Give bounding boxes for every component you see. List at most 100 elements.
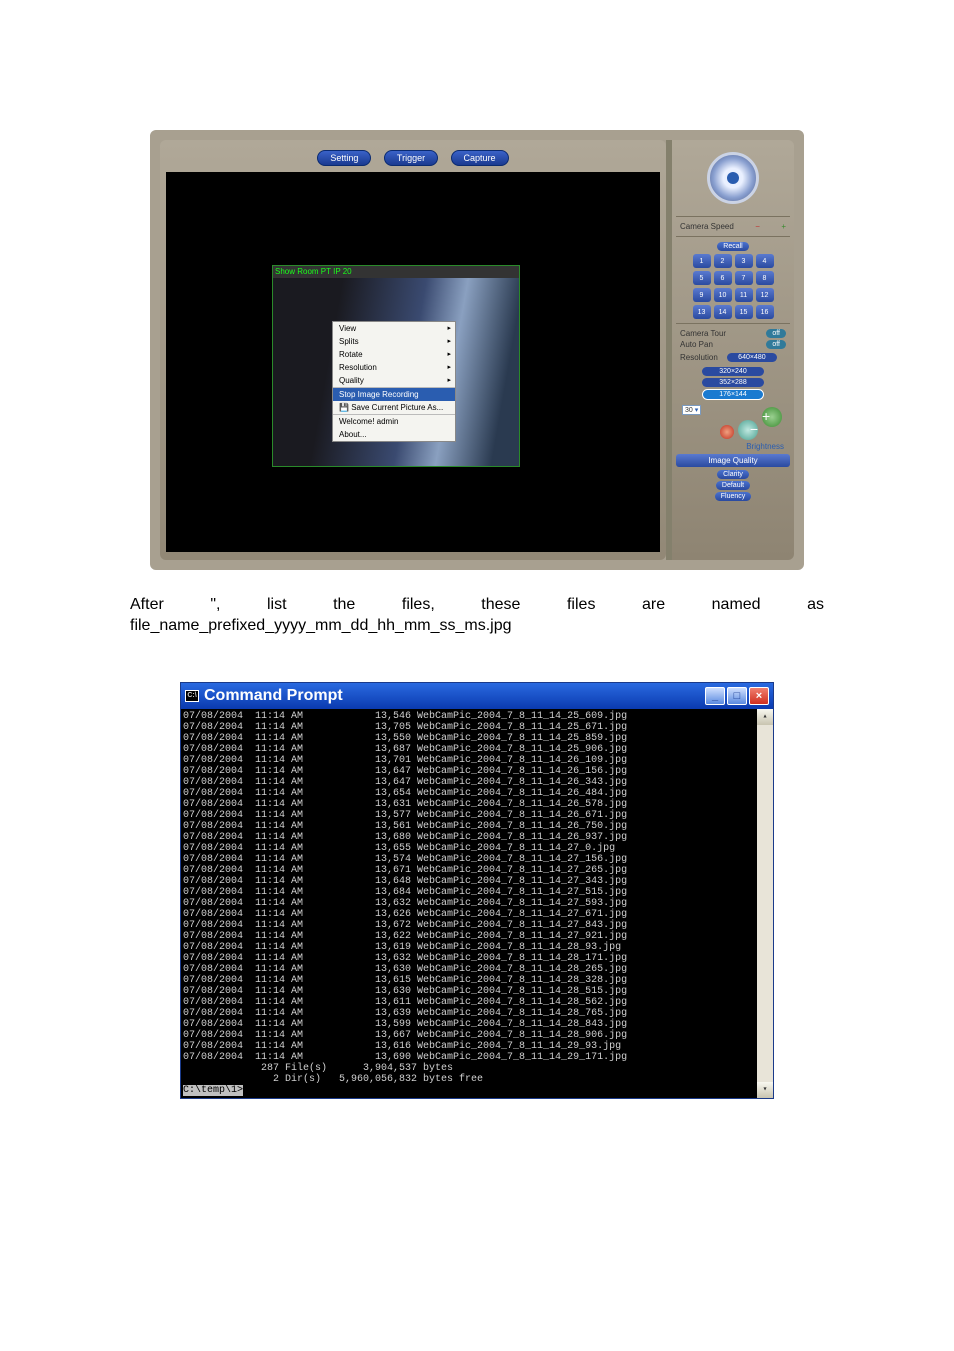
- prompt-line: 07/08/2004 11:14 AM 13,647 WebCamPic_200…: [183, 777, 771, 788]
- save-icon: 💾: [339, 403, 349, 412]
- default-button[interactable]: Default: [716, 481, 750, 490]
- resolution-label: Resolution: [680, 353, 718, 362]
- prompt-line: 07/08/2004 11:14 AM 13,631 WebCamPic_200…: [183, 799, 771, 810]
- preset-9[interactable]: 9: [693, 288, 711, 302]
- prompt-line: 07/08/2004 11:14 AM 13,615 WebCamPic_200…: [183, 975, 771, 986]
- submenu-arrow-icon: ▸: [447, 376, 451, 384]
- ptz-dial[interactable]: [707, 152, 759, 204]
- preset-11[interactable]: 11: [735, 288, 753, 302]
- ctx-item-7[interactable]: Welcome! admin: [333, 414, 455, 428]
- prompt-line: 07/08/2004 11:14 AM 13,701 WebCamPic_200…: [183, 755, 771, 766]
- preset-2[interactable]: 2: [714, 254, 732, 268]
- preset-15[interactable]: 15: [735, 305, 753, 319]
- preset-8[interactable]: 8: [756, 271, 774, 285]
- preset-10[interactable]: 10: [714, 288, 732, 302]
- camera-speed-label: Camera Speed: [680, 222, 734, 231]
- submenu-arrow-icon: ▸: [447, 337, 451, 345]
- prompt-line: 07/08/2004 11:14 AM 13,546 WebCamPic_200…: [183, 711, 771, 722]
- recall-button[interactable]: Recall: [717, 242, 748, 251]
- ctx-item-1[interactable]: Splits▸: [333, 335, 455, 348]
- prompt-line: 07/08/2004 11:14 AM 13,690 WebCamPic_200…: [183, 1052, 771, 1063]
- video-screen[interactable]: Show Room PT IP 20 View▸Splits▸Rotate▸Re…: [166, 172, 660, 552]
- prompt-line: 07/08/2004 11:14 AM 13,619 WebCamPic_200…: [183, 942, 771, 953]
- prompt-line: 07/08/2004 11:14 AM 13,611 WebCamPic_200…: [183, 997, 771, 1008]
- ctx-item-5[interactable]: Stop Image Recording: [333, 387, 455, 401]
- speed-plus-icon[interactable]: +: [781, 222, 786, 231]
- zoom-out-button[interactable]: −: [738, 420, 758, 440]
- fps-select[interactable]: 30 ▾: [682, 405, 701, 415]
- camera-viewer: Setting Trigger Capture Show Room PT IP …: [150, 130, 804, 570]
- preset-13[interactable]: 13: [693, 305, 711, 319]
- preset-16[interactable]: 16: [756, 305, 774, 319]
- prompt-line: 07/08/2004 11:14 AM 13,647 WebCamPic_200…: [183, 766, 771, 777]
- preset-4[interactable]: 4: [756, 254, 774, 268]
- prompt-line: 07/08/2004 11:14 AM 13,680 WebCamPic_200…: [183, 832, 771, 843]
- prompt-line: 07/08/2004 11:14 AM 13,687 WebCamPic_200…: [183, 744, 771, 755]
- prompt-line: 07/08/2004 11:14 AM 13,561 WebCamPic_200…: [183, 821, 771, 832]
- prompt-line: 07/08/2004 11:14 AM 13,550 WebCamPic_200…: [183, 733, 771, 744]
- submenu-arrow-icon: ▸: [447, 363, 451, 371]
- ctx-item-4[interactable]: Quality▸: [333, 374, 455, 387]
- preset-5[interactable]: 5: [693, 271, 711, 285]
- command-prompt-window: C:\ Command Prompt _ □ × 07/08/2004 11:1…: [180, 682, 774, 1099]
- resolution-chip-1[interactable]: 320×240: [702, 367, 764, 376]
- image-quality-label: Image Quality: [676, 454, 790, 467]
- ctx-item-0[interactable]: View▸: [333, 322, 455, 335]
- viewer-frame: Setting Trigger Capture Show Room PT IP …: [160, 140, 666, 560]
- preset-6[interactable]: 6: [714, 271, 732, 285]
- prompt-line: 07/08/2004 11:14 AM 13,616 WebCamPic_200…: [183, 1041, 771, 1052]
- prompt-line: C:\temp\1>: [183, 1085, 771, 1096]
- preset-14[interactable]: 14: [714, 305, 732, 319]
- auto-pan-label: Auto Pan: [680, 340, 713, 349]
- zoom-in-button[interactable]: +: [762, 407, 782, 427]
- prompt-line: 07/08/2004 11:14 AM 13,655 WebCamPic_200…: [183, 843, 771, 854]
- prompt-line: 07/08/2004 11:14 AM 13,667 WebCamPic_200…: [183, 1030, 771, 1041]
- capture-button[interactable]: Capture: [451, 150, 509, 166]
- prompt-line: 07/08/2004 11:14 AM 13,684 WebCamPic_200…: [183, 887, 771, 898]
- prompt-line: 07/08/2004 11:14 AM 13,577 WebCamPic_200…: [183, 810, 771, 821]
- preset-1[interactable]: 1: [693, 254, 711, 268]
- chevron-down-icon: ▾: [695, 407, 699, 414]
- prompt-line: 07/08/2004 11:14 AM 13,632 WebCamPic_200…: [183, 898, 771, 909]
- preset-grid: 12345678910111213141516: [676, 254, 790, 319]
- fluency-button[interactable]: Fluency: [715, 492, 752, 501]
- body-text: After ", list the files, these files are…: [130, 595, 824, 637]
- clarity-button[interactable]: Clarity: [717, 470, 749, 479]
- prompt-line: 07/08/2004 11:14 AM 13,671 WebCamPic_200…: [183, 865, 771, 876]
- ctx-item-8[interactable]: About...: [333, 428, 455, 441]
- titlebar[interactable]: C:\ Command Prompt _ □ ×: [181, 683, 773, 709]
- close-button[interactable]: ×: [749, 687, 769, 705]
- preset-3[interactable]: 3: [735, 254, 753, 268]
- setting-button[interactable]: Setting: [317, 150, 371, 166]
- prompt-body[interactable]: 07/08/2004 11:14 AM 13,546 WebCamPic_200…: [181, 709, 773, 1098]
- prompt-line: 07/08/2004 11:14 AM 13,630 WebCamPic_200…: [183, 964, 771, 975]
- prompt-line: 07/08/2004 11:14 AM 13,632 WebCamPic_200…: [183, 953, 771, 964]
- resolution-chip-2[interactable]: 352×288: [702, 378, 764, 387]
- ctx-item-2[interactable]: Rotate▸: [333, 348, 455, 361]
- camera-tour-toggle[interactable]: off: [766, 329, 786, 338]
- prompt-line: 07/08/2004 11:14 AM 13,574 WebCamPic_200…: [183, 854, 771, 865]
- minimize-button[interactable]: _: [705, 687, 725, 705]
- brightness-icon: [720, 425, 734, 439]
- submenu-arrow-icon: ▸: [447, 350, 451, 358]
- trigger-button[interactable]: Trigger: [384, 150, 438, 166]
- ctx-item-6[interactable]: 💾 Save Current Picture As...: [333, 401, 455, 414]
- camera-tour-label: Camera Tour: [680, 329, 726, 338]
- prompt-line: 07/08/2004 11:14 AM 13,626 WebCamPic_200…: [183, 909, 771, 920]
- scrollbar[interactable]: ▴ ▾: [757, 709, 773, 1098]
- scroll-down-icon[interactable]: ▾: [757, 1082, 773, 1098]
- prompt-line: 07/08/2004 11:14 AM 13,705 WebCamPic_200…: [183, 722, 771, 733]
- prompt-line: 287 File(s) 3,904,537 bytes: [183, 1063, 771, 1074]
- maximize-button[interactable]: □: [727, 687, 747, 705]
- resolution-chip-0[interactable]: 640×480: [727, 353, 777, 362]
- ctx-item-3[interactable]: Resolution▸: [333, 361, 455, 374]
- scroll-up-icon[interactable]: ▴: [757, 709, 773, 725]
- prompt-line: 07/08/2004 11:14 AM 13,648 WebCamPic_200…: [183, 876, 771, 887]
- preset-12[interactable]: 12: [756, 288, 774, 302]
- prompt-line: 2 Dir(s) 5,960,056,832 bytes free: [183, 1074, 771, 1085]
- speed-minus-icon[interactable]: −: [755, 222, 760, 231]
- window-title: Command Prompt: [204, 687, 705, 705]
- auto-pan-toggle[interactable]: off: [766, 340, 786, 349]
- resolution-chip-3[interactable]: 176×144: [702, 389, 764, 400]
- preset-7[interactable]: 7: [735, 271, 753, 285]
